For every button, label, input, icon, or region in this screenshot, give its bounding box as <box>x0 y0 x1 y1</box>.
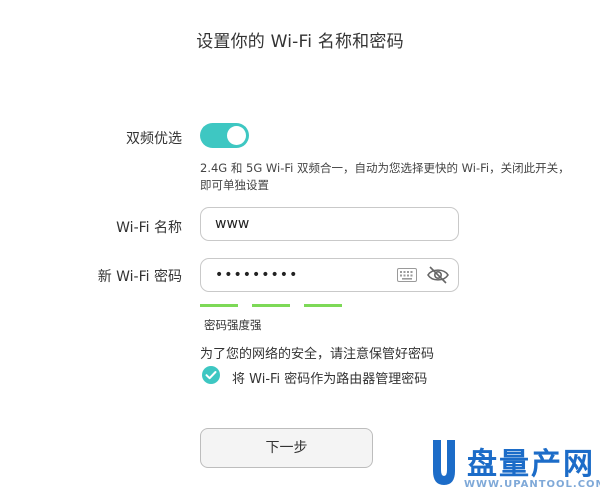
strength-bar-1 <box>200 304 238 307</box>
toggle-knob <box>227 126 246 145</box>
admin-password-checkbox-label[interactable]: 将 Wi-Fi 密码作为路由器管理密码 <box>232 368 427 387</box>
u-logo-icon <box>433 440 455 485</box>
eye-hidden-icon[interactable] <box>426 264 450 286</box>
dual-band-description: 2.4G 和 5G Wi-Fi 双频合一，自动为您选择更快的 Wi-Fi，关闭此… <box>200 161 570 192</box>
admin-password-checkbox[interactable] <box>202 366 220 384</box>
security-notice: 为了您的网络的安全，请注意保管好密码 <box>200 347 435 362</box>
dual-band-toggle[interactable] <box>200 123 249 148</box>
wifi-name-input[interactable] <box>215 208 395 240</box>
strength-bar-3 <box>304 304 342 307</box>
next-button[interactable]: 下一步 <box>200 428 373 468</box>
keyboard-icon[interactable] <box>397 266 417 284</box>
strength-label: 密码强度强 <box>204 318 262 332</box>
watermark-url: WWW.UPANTOOL.COM <box>464 479 600 490</box>
check-icon <box>205 371 217 380</box>
page-title: 设置你的 Wi-Fi 名称和密码 <box>196 32 404 52</box>
wifi-name-label: Wi-Fi 名称 <box>116 220 182 236</box>
watermark-text: 盘量产网 <box>467 447 595 482</box>
wifi-password-field[interactable] <box>200 258 459 292</box>
wifi-password-label: 新 Wi-Fi 密码 <box>97 269 182 285</box>
wifi-name-field[interactable] <box>200 207 459 241</box>
watermark-logo: 盘量产网 WWW.UPANTOOL.COM <box>430 438 600 496</box>
strength-bar-2 <box>252 304 290 307</box>
dual-band-label: 双频优选 <box>126 131 182 147</box>
wifi-password-input[interactable] <box>215 259 395 291</box>
